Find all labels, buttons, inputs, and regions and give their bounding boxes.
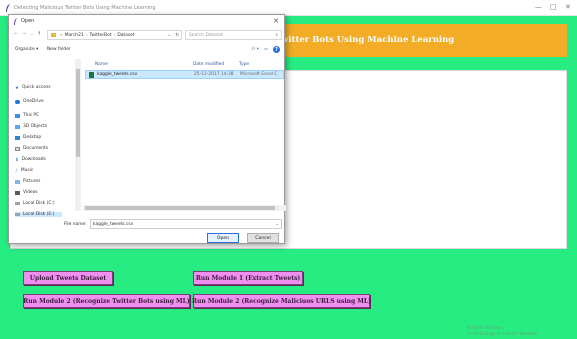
- pictures-icon: [15, 179, 20, 184]
- file-type: Microsoft Excel C: [240, 72, 278, 77]
- activate-line2: Go to Settings to activate Windows.: [467, 331, 539, 336]
- path-dropdown-icon[interactable]: ⌄: [167, 33, 171, 38]
- nav-item-label: Documents: [23, 146, 49, 151]
- file-date: 25-12-2017 14:38: [194, 72, 234, 77]
- download-icon: ⬇: [15, 157, 19, 163]
- nav-item-music[interactable]: ♪ Music: [15, 168, 34, 174]
- upload-dataset-button[interactable]: Upload Tweets Dataset: [23, 271, 113, 285]
- nav-item-label: Local Disk (C:): [23, 201, 55, 206]
- nav-item-downloads[interactable]: ⬇ Downloads: [15, 157, 46, 163]
- file-name: kaggle_tweets.csv: [97, 72, 138, 77]
- nav-item-desktop[interactable]: Desktop: [15, 135, 41, 140]
- command-bar: Organize ▾ New folder ☷ ▾ ▭ ?: [9, 45, 284, 55]
- column-header-date[interactable]: Date modified: [193, 62, 224, 67]
- back-arrow-icon[interactable]: ←: [14, 31, 18, 37]
- computer-icon: [15, 113, 20, 118]
- search-icon: ⌕: [275, 33, 278, 38]
- nav-item-label: Downloads: [21, 157, 46, 162]
- refresh-icon[interactable]: ↻: [175, 33, 179, 38]
- nav-item-3d-objects[interactable]: 3D Objects: [15, 124, 47, 129]
- cube-icon: [15, 124, 20, 129]
- breadcrumb-chevron-icon: ›: [113, 32, 116, 38]
- view-options-icon[interactable]: ☷ ▾: [251, 47, 259, 52]
- open-file-dialog: Open ✕ ← → ⌄ ↑ « March21 › TwitterBot › …: [8, 14, 286, 244]
- scrollbar-thumb[interactable]: [85, 206, 275, 210]
- help-icon[interactable]: ?: [273, 46, 280, 53]
- breadcrumb-chevron-icon: «: [60, 32, 63, 38]
- new-folder-button[interactable]: New folder: [47, 47, 71, 52]
- disk-icon: [15, 202, 20, 205]
- view-tools: ☷ ▾ ▭ ?: [251, 46, 280, 53]
- documents-icon: [15, 146, 20, 151]
- column-header-name[interactable]: Name: [95, 62, 108, 67]
- file-name-input[interactable]: kaggle_tweets.csv ⌄: [90, 219, 282, 229]
- run-module2-bots-button[interactable]: Run Module 2 (Recognize Twitter Bots usi…: [23, 294, 190, 308]
- cloud-icon: [15, 99, 20, 104]
- nav-item-label: Music: [20, 168, 34, 173]
- disk-icon: [15, 213, 20, 216]
- nav-item-label: OneDrive: [23, 99, 44, 104]
- excel-file-icon: [89, 72, 94, 78]
- file-name-value: kaggle_tweets.csv: [93, 221, 134, 227]
- file-horizontal-scrollbar[interactable]: [83, 205, 286, 211]
- dialog-titlebar: Open ✕: [9, 15, 284, 27]
- folder-icon: [51, 33, 56, 37]
- preview-pane-icon[interactable]: ▭: [264, 47, 268, 52]
- nav-item-local-disk-e[interactable]: Local Disk (E:): [15, 212, 63, 217]
- nav-item-this-pc[interactable]: This PC: [15, 113, 39, 118]
- nav-item-label: Local Disk (E:): [23, 212, 55, 217]
- nav-item-quick-access[interactable]: ★ Quick access: [15, 85, 51, 91]
- desktop-icon: [15, 135, 20, 140]
- chevron-down-icon[interactable]: ⌄: [30, 31, 34, 37]
- nav-item-label: Desktop: [23, 135, 42, 140]
- activate-windows-watermark: Activate Windows Go to Settings to activ…: [467, 325, 539, 337]
- file-name-row: File name: kaggle_tweets.csv ⌄: [9, 218, 284, 230]
- feather-icon: [14, 18, 17, 25]
- dialog-title: Open: [21, 18, 35, 24]
- nav-item-documents[interactable]: Documents: [15, 146, 48, 151]
- navigation-pane: ★ Quick access OneDrive This PC 3D Objec…: [9, 59, 83, 211]
- column-header-type[interactable]: Type: [239, 62, 249, 67]
- nav-item-local-disk-c[interactable]: Local Disk (C:): [15, 201, 55, 206]
- star-icon: ★: [15, 85, 19, 91]
- dialog-close-button[interactable]: ✕: [273, 17, 279, 25]
- nav-item-pictures[interactable]: Pictures: [15, 179, 40, 184]
- file-row[interactable]: kaggle_tweets.csv 25-12-2017 14:38 Micro…: [85, 70, 284, 79]
- search-input[interactable]: Search Dataset ⌕: [185, 30, 282, 40]
- close-button[interactable]: ✕: [565, 3, 571, 11]
- nav-item-onedrive[interactable]: OneDrive: [15, 99, 44, 104]
- up-arrow-icon[interactable]: ↑: [37, 31, 41, 37]
- file-name-label: File name:: [64, 222, 87, 227]
- address-bar: ← → ⌄ ↑ « March21 › TwitterBot › Dataset…: [9, 29, 284, 41]
- maximize-button[interactable]: □: [550, 3, 557, 11]
- search-placeholder: Search Dataset: [189, 32, 223, 38]
- nav-item-label: Pictures: [23, 179, 41, 184]
- run-module1-button[interactable]: Run Module 1 (Extract Tweets): [193, 271, 303, 285]
- breadcrumb-item[interactable]: TwitterBot: [89, 33, 111, 38]
- chevron-down-icon[interactable]: ⌄: [275, 222, 279, 227]
- breadcrumb-item[interactable]: March21: [65, 33, 84, 38]
- app-heading: witter Bots Using Machine Learning: [281, 35, 455, 45]
- run-module2-urls-button[interactable]: Run Module 2 (Recognize Maliciuos URLS u…: [192, 294, 371, 308]
- feather-icon: [6, 3, 10, 12]
- music-icon: ♪: [15, 168, 18, 174]
- videos-icon: [15, 190, 20, 195]
- window-title: Detecting Malicious Twitter Bots Using M…: [14, 4, 156, 11]
- nav-item-label: Quick access: [21, 85, 51, 90]
- scrollbar-thumb[interactable]: [76, 69, 80, 157]
- path-breadcrumb[interactable]: « March21 › TwitterBot › Dataset ⌄ ↻: [47, 30, 182, 40]
- breadcrumb-chevron-icon: ›: [85, 32, 88, 38]
- minimize-button[interactable]: —: [535, 3, 542, 11]
- nav-item-label: This PC: [23, 113, 40, 118]
- forward-arrow-icon[interactable]: →: [22, 31, 26, 37]
- nav-item-label: 3D Objects: [23, 124, 48, 129]
- breadcrumb-item[interactable]: Dataset: [117, 33, 134, 38]
- cancel-button[interactable]: Cancel: [247, 233, 279, 243]
- organize-button[interactable]: Organize ▾: [15, 47, 38, 52]
- nav-vertical-scrollbar[interactable]: [75, 59, 81, 211]
- file-list: Name Date modified Type kaggle_tweets.cs…: [85, 59, 284, 205]
- open-button[interactable]: Open: [207, 233, 239, 243]
- nav-item-videos[interactable]: Videos: [15, 190, 38, 195]
- nav-item-label: Videos: [23, 190, 38, 195]
